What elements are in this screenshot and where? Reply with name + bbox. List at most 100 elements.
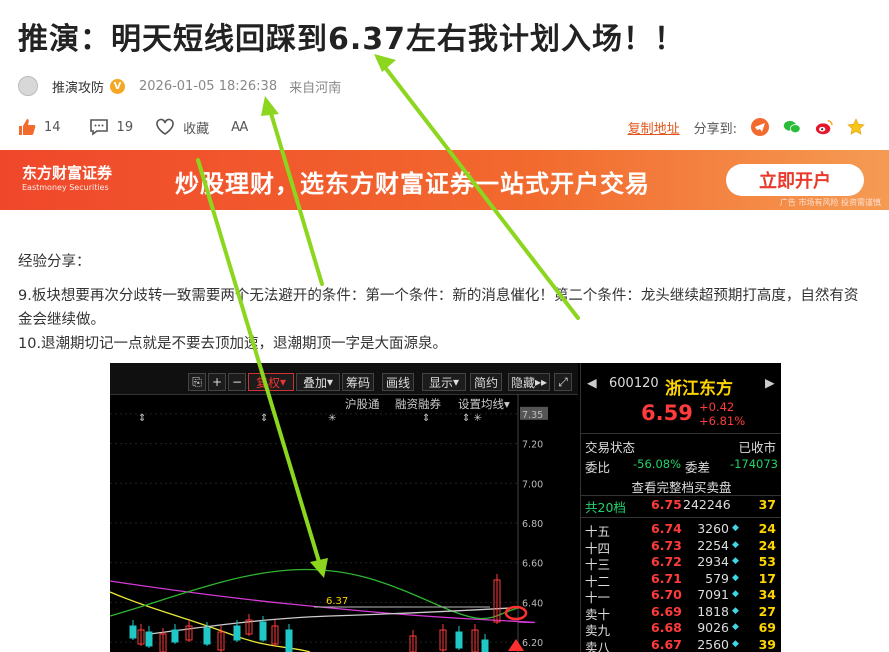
order-volume: 9026	[697, 620, 729, 635]
svg-text:⇕: ⇕	[260, 413, 268, 424]
xianshi-button[interactable]: 显示 ▾	[422, 373, 466, 391]
body-point-10: 10.退潮期切记一点就是不要去顶加速，退潮期顶一字是大面源泉。	[18, 336, 448, 352]
chart-toolbar: ⎘ + − 复权 ▾ 叠加 ▾ 筹码 画线 显示 ▾ 简约 隐藏 ▸▸ ⤢	[110, 363, 578, 395]
price-axis-label: 7.35	[522, 410, 543, 421]
share-label: 分享到:	[693, 121, 737, 137]
lock-icon[interactable]: ⎘	[188, 373, 206, 391]
article-body: 经验分享： 9.板块想要再次分歧转一致需要两个无法避开的条件：第一个条件：新的消…	[18, 250, 868, 356]
candle-body	[481, 639, 489, 652]
candle-body	[455, 631, 463, 649]
verified-icon: V	[110, 78, 126, 94]
brand-logo: 东方财富证券 Eastmoney Securities	[22, 162, 112, 192]
article-title: 推演：明天短线回踩到6.37左右我计划入场！！	[18, 22, 686, 57]
svg-text:⇕: ⇕	[422, 413, 430, 424]
order-volume: 2934	[697, 554, 729, 569]
wechat-share-icon[interactable]	[783, 118, 801, 136]
diamond-icon: ◆	[732, 605, 739, 616]
order-count: 53	[758, 554, 776, 569]
order-count: 17	[758, 570, 776, 586]
order-level: 卖八	[585, 639, 611, 652]
author-name[interactable]: 推演攻防	[52, 77, 104, 96]
author-avatar[interactable]	[18, 76, 38, 96]
order-row: 卖十 6.69 1818 ◆ 27	[581, 604, 781, 622]
like-count: 14	[44, 119, 61, 135]
order-price: 6.72	[651, 554, 682, 569]
quote-price-row: 6.59 +0.42 +6.81%	[581, 400, 781, 431]
prev-stock-button[interactable]: ◀	[587, 375, 597, 390]
order-count: 34	[758, 587, 776, 602]
banner-slogan: 炒股理财，选东方财富证券一站式开户交易	[175, 170, 650, 198]
fuquan-button[interactable]: 复权 ▾	[248, 373, 294, 391]
order-price: 6.69	[651, 603, 682, 619]
choumai-button[interactable]: 筹码	[342, 373, 374, 391]
order-row: 十三 6.72 2934 ◆ 53	[581, 554, 781, 572]
quote-header: ◀ 600120 浙江东方 ▶	[581, 374, 781, 399]
next-stock-button[interactable]: ▶	[765, 375, 775, 390]
qzone-share-icon[interactable]	[847, 118, 865, 136]
order-count: 69	[758, 620, 776, 635]
weibo-share-icon[interactable]	[815, 118, 833, 136]
svg-text:⇕: ⇕	[138, 413, 146, 424]
yincang-button[interactable]: 隐藏 ▸▸	[508, 373, 550, 391]
favorite-button[interactable]: 收藏	[155, 118, 209, 137]
post-timestamp: 2026-01-05 18:26:38	[139, 78, 278, 94]
thumbs-up-icon	[19, 119, 36, 135]
ad-disclaimer: 广告 市场有风险 投资需谨慎	[779, 198, 881, 207]
svg-text:⇕ ✳: ⇕ ✳	[462, 413, 482, 424]
diamond-icon: ◆	[732, 589, 739, 599]
diamond-icon: ◆	[732, 572, 739, 583]
price-axis-label: 6.60	[522, 559, 543, 570]
telegram-share-icon[interactable]	[751, 118, 769, 136]
price-axis-label: 7.00	[522, 479, 543, 490]
order-count: 24	[758, 521, 776, 536]
ad-banner[interactable]: 东方财富证券 Eastmoney Securities 炒股理财，选东方财富证券…	[0, 150, 889, 210]
comment-icon	[89, 119, 108, 136]
order-summary-row: 共20档 6.75 242246 37	[585, 497, 776, 515]
zoom-in-button[interactable]: +	[208, 373, 226, 391]
stock-code: 600120	[609, 376, 659, 391]
order-row: 十四 6.73 2254 ◆ 24	[581, 538, 781, 556]
comment-count: 19	[116, 119, 134, 135]
order-volume: 2254	[697, 537, 729, 553]
candle-body	[233, 625, 241, 641]
weibi-row: 委比 -56.08% 委差 -174073	[585, 457, 778, 475]
candle-body	[203, 627, 211, 645]
like-button[interactable]: 14	[18, 118, 61, 136]
stock-name: 浙江东方	[665, 379, 733, 399]
order-price: 6.70	[651, 587, 682, 602]
brand-name-cn: 东方财富证券	[22, 164, 113, 182]
huaxian-button[interactable]: 画线	[382, 373, 414, 391]
order-volume: 3260	[697, 521, 729, 536]
order-volume: 7091	[697, 587, 729, 602]
svg-text:✳: ✳	[328, 413, 336, 424]
order-row: 卖八 6.67 2560 ◆ 39	[581, 637, 781, 652]
jianyue-button[interactable]: 简约	[470, 373, 502, 391]
price-axis-label: 6.80	[522, 519, 543, 530]
current-price: 6.59	[641, 401, 693, 425]
order-row: 十二 6.71 579 ◆ 17	[581, 571, 781, 589]
order-volume: 2560	[697, 636, 729, 652]
font-size-label: AA	[231, 119, 248, 135]
zoom-out-button[interactable]: −	[228, 373, 246, 391]
order-row: 十一 6.70 7091 ◆ 34	[581, 587, 781, 605]
price-axis-label: 6.40	[522, 598, 543, 609]
diamond-icon: ◆	[732, 556, 739, 566]
candle-body	[259, 621, 267, 641]
diejia-button[interactable]: 叠加 ▾	[296, 373, 340, 391]
font-size-button[interactable]: AA	[231, 119, 248, 135]
price-change-pct: +6.81%	[699, 414, 746, 428]
comment-button[interactable]: 19	[89, 118, 134, 136]
kline-chart: 6.37 ⇕ ⇕ ✳ ⇕ ⇕ ✳ 7.35 7.20 7.00 6.80 6.60 6.4…	[110, 394, 548, 652]
full-order-book-link[interactable]: 查看完整档买卖盘	[581, 477, 781, 495]
candle-body	[285, 629, 293, 652]
body-point-9: 9.板块想要再次分歧转一致需要两个无法避开的条件：第一个条件：新的消息催化！第二…	[18, 288, 859, 328]
article-actions: 14 19 收藏 AA	[18, 117, 269, 137]
copy-link-button[interactable]: 复制地址	[628, 118, 680, 137]
share-bar: 复制地址 分享到:	[628, 117, 865, 137]
order-price: 6.73	[651, 537, 682, 553]
candle-body	[145, 631, 153, 647]
order-price: 6.71	[651, 570, 682, 586]
fullscreen-icon[interactable]: ⤢	[554, 373, 572, 391]
open-account-button[interactable]: 立即开户	[726, 164, 864, 196]
order-count: 27	[758, 603, 776, 619]
